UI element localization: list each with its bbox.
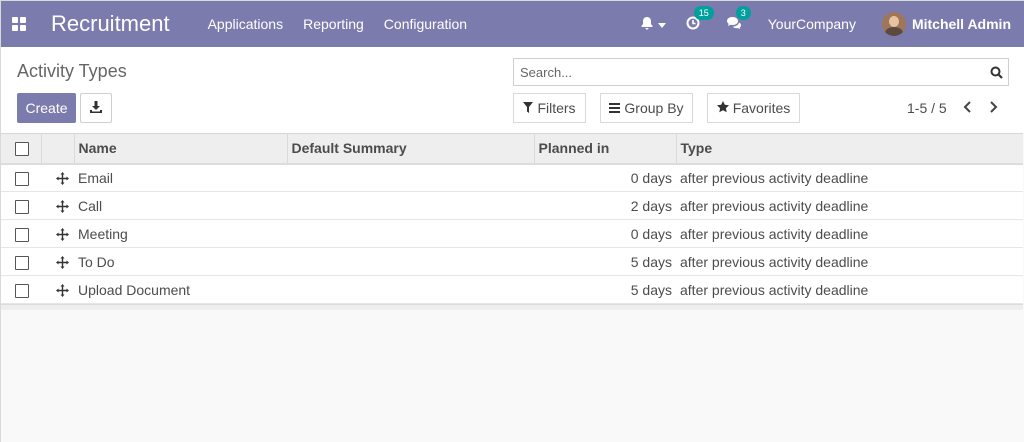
cell-name: Email <box>78 169 114 186</box>
group-by-button[interactable]: Group By <box>600 93 693 123</box>
app-name[interactable]: Recruitment <box>51 11 170 37</box>
cell-planned-in: 0 days <box>630 169 672 186</box>
row-checkbox[interactable] <box>15 255 29 270</box>
cell-planned-in: 5 days <box>630 253 672 270</box>
row-checkbox[interactable] <box>15 171 29 186</box>
avatar <box>881 12 906 36</box>
column-header-planned-in[interactable]: Planned in <box>534 133 677 164</box>
user-name: Mitchell Admin <box>911 16 1011 32</box>
apps-grid-icon[interactable] <box>1 1 37 47</box>
drag-handle-icon[interactable] <box>55 284 69 298</box>
row-select-cell <box>1 220 41 248</box>
activity-types-table: Name Default Summary Planned in Type Ema… <box>1 133 1023 304</box>
cell-name: To Do <box>78 253 115 270</box>
caret-down-icon <box>657 17 666 32</box>
row-select-cell <box>1 248 41 276</box>
row-handle-cell <box>41 192 74 220</box>
cell-type: after previous activity deadline <box>680 197 869 214</box>
search-bar <box>513 58 1009 86</box>
search-input[interactable] <box>520 64 984 80</box>
pager-value[interactable]: 1-5 / 5 <box>907 100 947 116</box>
filters-button[interactable]: Filters <box>513 93 586 123</box>
table-row[interactable]: To Do 5 days after previous activity deadl… <box>1 248 1023 276</box>
drag-handle-icon[interactable] <box>55 200 69 214</box>
row-checkbox[interactable] <box>15 227 29 242</box>
handle-column-header <box>41 133 75 164</box>
bell-icon <box>640 16 654 33</box>
filters-label: Filters <box>537 100 576 116</box>
cell-name: Meeting <box>78 225 128 242</box>
select-all-checkbox[interactable] <box>15 142 29 157</box>
cell-type: after previous activity deadline <box>680 169 869 186</box>
drag-handle-icon[interactable] <box>55 172 69 186</box>
control-panel: Activity Types Create Filters Group By F… <box>1 47 1024 133</box>
group-by-label: Group By <box>624 100 684 116</box>
table-row[interactable]: Call 2 days after previous activity deadli… <box>1 192 1023 220</box>
row-select-cell <box>1 164 41 192</box>
cell-type: after previous activity deadline <box>680 253 869 270</box>
column-header-default-summary[interactable]: Default Summary <box>287 133 535 164</box>
activity-count-badge: 15 <box>693 5 714 20</box>
search-icon[interactable] <box>984 66 1008 79</box>
cell-default-summary <box>287 248 534 276</box>
table-row[interactable]: Upload Document 5 days after previous acti… <box>1 276 1023 304</box>
cell-default-summary <box>287 164 534 192</box>
cell-planned-in: 5 days <box>630 281 672 298</box>
row-checkbox[interactable] <box>15 283 29 298</box>
menu-reporting[interactable]: Reporting <box>303 16 364 32</box>
table-header-row: Name Default Summary Planned in Type <box>1 133 1023 164</box>
favorites-label: Favorites <box>732 100 791 116</box>
cell-default-summary <box>287 220 534 248</box>
create-button[interactable]: Create <box>17 93 76 123</box>
notifications-dropdown[interactable] <box>640 16 666 33</box>
messages-button[interactable]: 3 <box>726 5 751 33</box>
page-title: Activity Types <box>17 61 127 81</box>
cell-name: Upload Document <box>78 281 191 298</box>
select-all-cell <box>1 133 42 164</box>
favorites-button[interactable]: Favorites <box>707 93 800 123</box>
cell-name: Call <box>78 197 103 214</box>
table-row[interactable]: Meeting 0 days after previous activity dea… <box>1 220 1023 248</box>
pager-previous-icon[interactable] <box>957 97 977 117</box>
column-header-name[interactable]: Name <box>74 133 288 164</box>
user-menu[interactable]: Mitchell Admin <box>881 12 1011 36</box>
cell-planned-in: 0 days <box>630 225 672 242</box>
company-switcher[interactable]: YourCompany <box>768 16 856 32</box>
filter-icon <box>523 100 537 116</box>
row-select-cell <box>1 276 41 304</box>
menu-configuration[interactable]: Configuration <box>384 16 467 32</box>
row-select-cell <box>1 192 41 220</box>
menu-applications[interactable]: Applications <box>208 16 284 32</box>
table-footer <box>1 304 1023 310</box>
cell-type: after previous activity deadline <box>680 225 869 242</box>
pager-next-icon[interactable] <box>984 97 1004 117</box>
cell-planned-in: 2 days <box>630 197 672 214</box>
row-handle-cell <box>41 164 74 192</box>
row-handle-cell <box>41 220 74 248</box>
row-handle-cell <box>41 276 74 304</box>
cell-type: after previous activity deadline <box>680 281 869 298</box>
list-view: Name Default Summary Planned in Type Ema… <box>1 133 1024 442</box>
row-handle-cell <box>41 248 74 276</box>
messages-count-badge: 3 <box>735 5 751 20</box>
cell-default-summary <box>287 192 534 220</box>
activities-button[interactable]: 15 <box>686 5 714 33</box>
list-icon <box>609 100 624 116</box>
cell-default-summary <box>287 276 534 304</box>
column-header-type[interactable]: Type <box>676 134 1023 164</box>
star-icon <box>716 100 733 116</box>
drag-handle-icon[interactable] <box>55 228 69 242</box>
drag-handle-icon[interactable] <box>55 256 69 270</box>
table-row[interactable]: Email 0 days after previous activity deadl… <box>1 164 1023 192</box>
row-checkbox[interactable] <box>15 199 29 214</box>
export-button[interactable] <box>80 93 112 123</box>
top-navbar: Recruitment Applications Reporting Confi… <box>1 1 1024 47</box>
download-icon <box>90 100 102 116</box>
